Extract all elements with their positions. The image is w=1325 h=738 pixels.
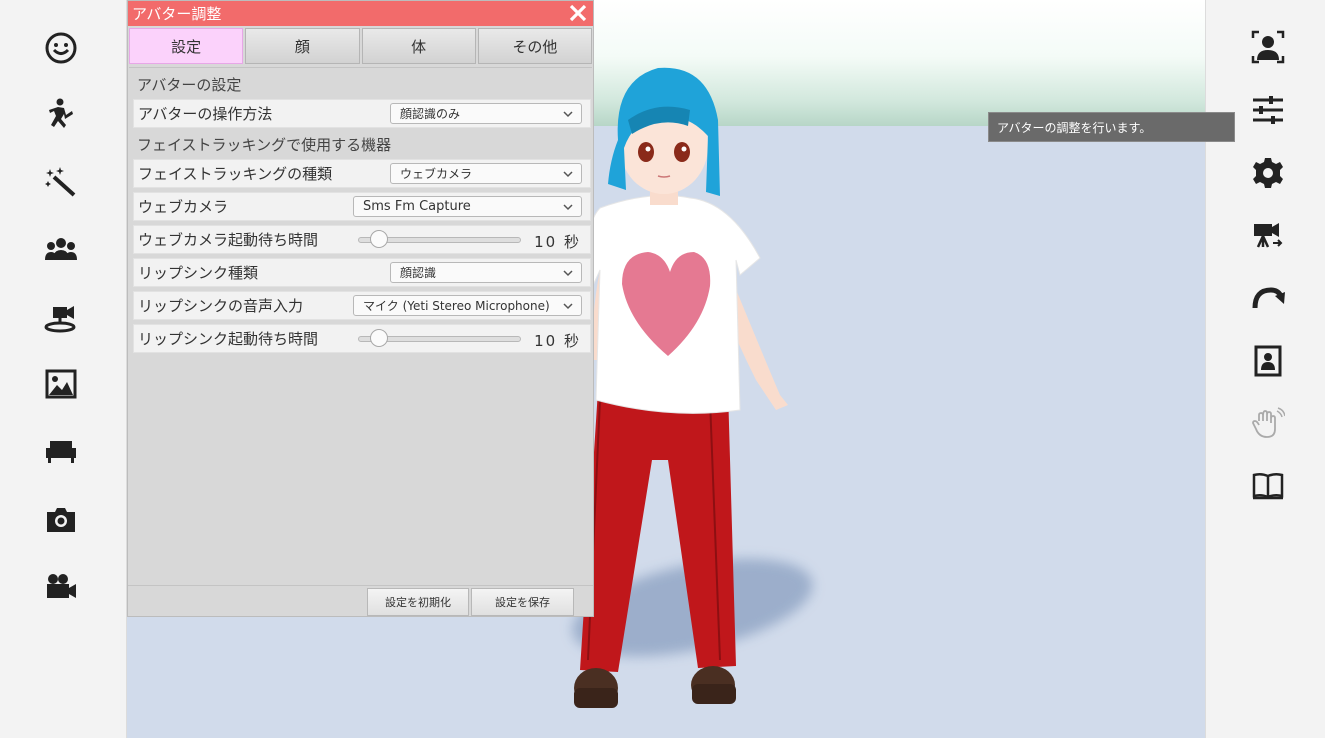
face-tracking-type-value: ウェブカメラ (400, 167, 473, 181)
row-lipsync-input: リップシンクの音声入力 マイク (Yeti Stereo Microphone) (133, 291, 591, 320)
section-title-face-tracking-devices: フェイストラッキングで使用する機器 (137, 136, 392, 154)
lipsync-wait-label: リップシンク起動待ち時間 (138, 330, 319, 348)
panel-title: アバター調整 (132, 5, 222, 23)
wave-hand-icon[interactable] (1248, 404, 1288, 444)
save-settings-button[interactable]: 設定を保存 (471, 588, 574, 616)
gear-icon[interactable] (1248, 153, 1288, 193)
tab-bar: 設定 顔 体 その他 (128, 26, 593, 64)
webcam-wait-unit: 秒 (563, 233, 581, 251)
tab-other[interactable]: その他 (477, 28, 592, 64)
settings-content: アバターの設定 アバターの操作方法 顔認識のみ フェイストラッキングで使用する機… (129, 67, 592, 588)
video-camera-icon[interactable] (41, 567, 81, 607)
close-button[interactable] (567, 2, 589, 24)
reset-settings-button[interactable]: 設定を初期化 (367, 588, 469, 616)
chevron-down-icon (563, 171, 573, 178)
close-icon (569, 4, 587, 22)
chevron-down-icon (563, 204, 573, 211)
face-tracking-type-label: フェイストラッキングの種類 (138, 165, 333, 183)
people-icon[interactable] (41, 229, 81, 269)
row-lipsync-type: リップシンク種類 顔認識 (133, 258, 591, 287)
lipsync-wait-unit: 秒 (563, 332, 581, 350)
row-webcam-wait: ウェブカメラ起動待ち時間 10 秒 (133, 225, 591, 254)
webcam-wait-label: ウェブカメラ起動待ち時間 (138, 231, 319, 249)
face-tracking-type-dropdown[interactable]: ウェブカメラ (390, 163, 582, 184)
tab-face[interactable]: 顔 (245, 28, 360, 64)
lipsync-wait-number: 10 (534, 332, 558, 350)
operation-method-dropdown[interactable]: 顔認識のみ (390, 103, 582, 124)
operation-method-value: 顔認識のみ (400, 107, 461, 121)
camera-switch-icon[interactable] (1248, 216, 1288, 256)
redo-icon[interactable] (1248, 279, 1288, 319)
section-title-avatar-settings: アバターの設定 (137, 76, 242, 94)
webcam-label: ウェブカメラ (138, 198, 229, 216)
lipsync-type-value: 顔認識 (400, 266, 437, 280)
lipsync-input-label: リップシンクの音声入力 (138, 297, 304, 315)
row-operation-method: アバターの操作方法 顔認識のみ (133, 99, 591, 128)
chevron-down-icon (563, 111, 573, 118)
camera-stand-icon[interactable] (41, 297, 81, 337)
camera-icon[interactable] (41, 500, 81, 540)
operation-method-label: アバターの操作方法 (138, 105, 273, 123)
row-lipsync-wait: リップシンク起動待ち時間 10 秒 (133, 324, 591, 353)
right-toolbar (1205, 0, 1325, 738)
portrait-icon[interactable] (1248, 341, 1288, 381)
lipsync-type-label: リップシンク種類 (138, 264, 259, 282)
webcam-wait-number: 10 (534, 233, 558, 251)
webcam-value: Sms Fm Capture (363, 199, 471, 214)
slider-thumb[interactable] (370, 329, 389, 347)
chevron-down-icon (563, 270, 573, 277)
webcam-dropdown[interactable]: Sms Fm Capture (353, 196, 582, 217)
webcam-wait-value: 10 秒 (534, 231, 581, 252)
face-tracking-icon[interactable] (1248, 27, 1288, 67)
tab-settings[interactable]: 設定 (129, 28, 244, 64)
tab-body[interactable]: 体 (361, 28, 476, 64)
avatar-adjustment-panel: アバター調整 設定 顔 体 その他 アバターの設定 アバターの操作方法 顔認識の… (127, 0, 594, 617)
magic-wand-icon[interactable] (41, 162, 81, 202)
avatar-character[interactable] (560, 60, 800, 730)
lipsync-wait-value: 10 秒 (534, 330, 581, 351)
image-icon[interactable] (41, 364, 81, 404)
panel-footer: 設定を初期化 設定を保存 (128, 585, 593, 616)
tooltip: アバターの調整を行います。 (988, 112, 1235, 142)
book-icon[interactable] (1248, 466, 1288, 506)
sliders-icon[interactable] (1248, 90, 1288, 130)
webcam-wait-slider[interactable] (358, 230, 521, 248)
panel-title-bar[interactable]: アバター調整 (128, 1, 593, 26)
slider-thumb[interactable] (370, 230, 389, 248)
lipsync-wait-slider[interactable] (358, 329, 521, 347)
row-face-tracking-type: フェイストラッキングの種類 ウェブカメラ (133, 159, 591, 188)
dance-icon[interactable] (41, 94, 81, 134)
sofa-icon[interactable] (41, 431, 81, 471)
lipsync-input-dropdown[interactable]: マイク (Yeti Stereo Microphone) (353, 295, 582, 316)
chevron-down-icon (563, 303, 573, 310)
lipsync-type-dropdown[interactable]: 顔認識 (390, 262, 582, 283)
row-webcam: ウェブカメラ Sms Fm Capture (133, 192, 591, 221)
left-toolbar (0, 0, 127, 738)
face-icon[interactable] (41, 28, 81, 68)
lipsync-input-value: マイク (Yeti Stereo Microphone) (363, 299, 550, 313)
